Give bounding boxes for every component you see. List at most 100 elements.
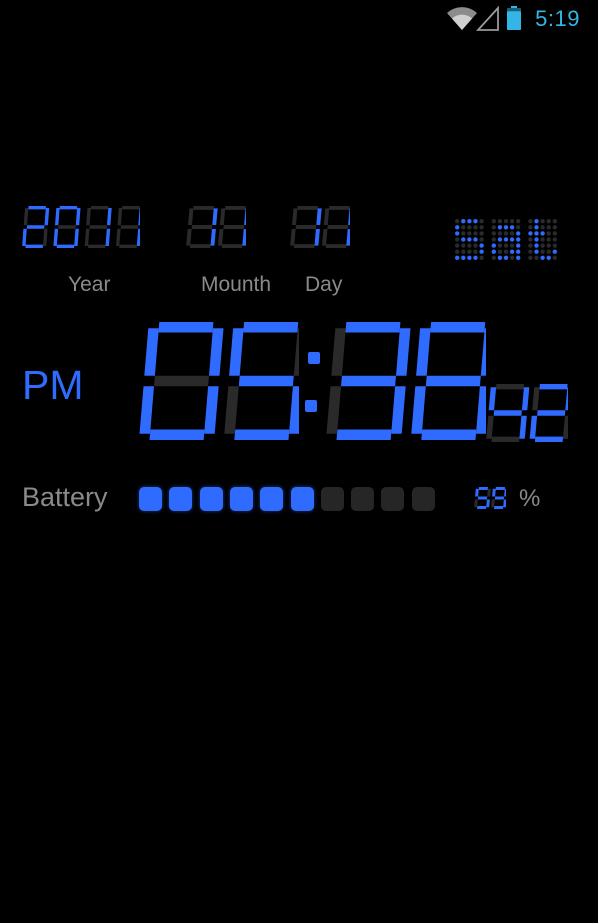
- dot: [473, 219, 478, 224]
- segment-c: [242, 229, 246, 246]
- dot: [546, 255, 551, 260]
- segment-a: [495, 487, 505, 490]
- month-label: Mounth: [201, 273, 272, 296]
- minutes-display: [326, 322, 486, 440]
- segment-a: [495, 384, 525, 390]
- dot: [461, 219, 466, 224]
- hours-display: [139, 322, 299, 440]
- day-display: [290, 206, 350, 248]
- dot: [509, 255, 515, 260]
- segment-c: [289, 386, 299, 434]
- segment-f: [188, 208, 194, 225]
- segment-e: [411, 386, 426, 434]
- segment-d: [336, 429, 392, 440]
- segment-a: [478, 487, 488, 490]
- dot: [503, 219, 509, 224]
- dot: [546, 231, 551, 236]
- segment-f: [331, 328, 346, 376]
- dot: [528, 219, 533, 224]
- dot: [473, 255, 478, 260]
- dot: [479, 231, 484, 236]
- dot: [503, 243, 509, 248]
- dot: [461, 255, 466, 260]
- dot: [528, 231, 533, 236]
- segment-e: [224, 386, 239, 434]
- battery-cell: [169, 487, 193, 511]
- dot: [540, 255, 545, 260]
- segment-b: [316, 208, 322, 225]
- dot: [491, 243, 496, 248]
- segment-e: [322, 229, 328, 246]
- battery-cell: [381, 487, 405, 511]
- segment-f: [475, 488, 479, 497]
- segment-e: [22, 228, 27, 246]
- dot: [497, 237, 503, 242]
- segment-c: [486, 499, 490, 508]
- dot: [461, 243, 466, 248]
- battery-icon: [506, 5, 522, 36]
- dot: [509, 231, 515, 236]
- time-colon: [305, 352, 320, 412]
- segment-d: [149, 429, 205, 440]
- segment-f: [86, 208, 91, 226]
- segment-b: [75, 208, 81, 226]
- segment-g: [120, 225, 139, 229]
- dot: [461, 225, 466, 230]
- dot: [455, 219, 460, 224]
- segment-b: [348, 208, 350, 225]
- dot: [497, 249, 503, 254]
- year-label: Year: [68, 273, 111, 296]
- segment-g: [295, 225, 317, 229]
- segment-e: [116, 228, 121, 246]
- segment-b: [244, 208, 246, 225]
- segment-d: [494, 506, 504, 509]
- dot: [491, 225, 496, 230]
- dot: [473, 249, 478, 254]
- dot: [546, 249, 551, 254]
- segment-a: [539, 384, 568, 390]
- weekday-dotmatrix: [455, 219, 557, 260]
- segment-f: [55, 208, 60, 226]
- segment-a: [329, 206, 350, 210]
- dot: [497, 225, 503, 230]
- segment-c: [74, 228, 79, 246]
- dot: [516, 243, 521, 248]
- clock-screen: 5:19 Year Mounth Day PM Battery %: [0, 0, 598, 923]
- segment-e: [53, 228, 59, 246]
- segment-a: [297, 206, 318, 210]
- dot: [534, 225, 539, 230]
- dot: [503, 249, 509, 254]
- dot: [540, 231, 545, 236]
- segment-a: [90, 206, 109, 210]
- segment-d: [477, 506, 487, 509]
- dot: [497, 255, 503, 260]
- segment-a: [243, 322, 299, 333]
- dot: [516, 225, 521, 230]
- battery-cell: [411, 487, 435, 511]
- dot: [540, 249, 545, 254]
- segment-e: [486, 415, 494, 439]
- year-display: [22, 206, 140, 248]
- segment-d: [119, 244, 137, 248]
- segment-f: [492, 488, 496, 497]
- ampm-indicator: PM: [22, 362, 84, 408]
- dot: [461, 249, 466, 254]
- segment-d: [293, 244, 315, 248]
- dot: [467, 255, 472, 260]
- dot: [497, 219, 503, 224]
- dot: [473, 225, 478, 230]
- dot: [528, 237, 533, 242]
- segment-f: [23, 208, 29, 226]
- dot: [467, 219, 472, 224]
- dot: [455, 231, 460, 236]
- dot: [534, 237, 539, 242]
- segment-a: [122, 206, 140, 210]
- segment-b: [212, 208, 218, 225]
- dot: [479, 255, 484, 260]
- dot: [534, 231, 539, 236]
- dot: [516, 255, 521, 260]
- dot: [455, 237, 460, 242]
- segment-a: [158, 322, 214, 333]
- dot: [534, 219, 539, 224]
- segment-d: [421, 429, 477, 440]
